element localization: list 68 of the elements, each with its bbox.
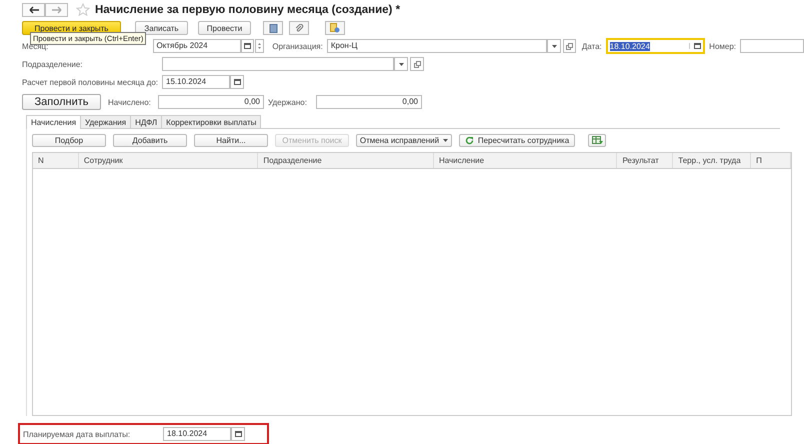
spin-arrows-icon	[257, 41, 262, 51]
tab[interactable]: Начисления	[26, 115, 82, 129]
structure-button[interactable]	[325, 21, 345, 35]
date-field[interactable]: 15.10.2024	[162, 75, 230, 89]
back-button[interactable]	[22, 3, 45, 17]
calendar-button[interactable]	[231, 427, 245, 441]
paperclip-icon	[294, 24, 304, 32]
attach-button[interactable]	[289, 21, 309, 35]
field-label: Номер:	[709, 42, 736, 50]
toolbar-button[interactable]: Подбор	[32, 134, 106, 147]
open-button[interactable]	[562, 39, 576, 53]
calendar-icon	[234, 431, 242, 437]
spin-button[interactable]	[254, 39, 264, 53]
caret-icon	[398, 62, 404, 66]
table-icon	[592, 136, 602, 145]
column-header[interactable]: Подразделение	[258, 153, 434, 168]
amount-field[interactable]: 0,00	[316, 95, 422, 109]
date-field[interactable]: 18.10.2024	[606, 38, 706, 54]
tab[interactable]: Удержания	[80, 115, 132, 128]
column-header[interactable]: П	[751, 153, 791, 168]
dropdown-button[interactable]	[547, 39, 561, 53]
column-header[interactable]: Начисление	[434, 153, 618, 168]
command-button[interactable]: Провести	[198, 21, 251, 35]
calendar-button[interactable]	[230, 75, 244, 89]
star-icon[interactable]	[76, 3, 90, 17]
field-label: Подразделение:	[22, 60, 84, 68]
field-label: Начислено:	[108, 98, 152, 106]
calendar-icon	[234, 79, 240, 85]
calendar-icon[interactable]	[689, 43, 702, 49]
department-field[interactable]	[162, 57, 394, 71]
dropdown-button[interactable]	[394, 57, 408, 71]
window-title: Начисление за первую половину месяца (создание) *	[95, 4, 400, 16]
month-field[interactable]: Октябрь 2024	[152, 39, 241, 53]
number-field[interactable]	[740, 39, 804, 53]
calendar-icon	[244, 43, 251, 49]
forward-arrow-icon	[52, 6, 62, 14]
toolbar-button[interactable]: Найти...	[194, 134, 268, 147]
field-label: Планируемая дата выплаты:	[23, 430, 132, 438]
document-icon	[330, 23, 340, 33]
command-button[interactable]: Записать	[135, 21, 188, 35]
open-window-icon	[414, 60, 420, 68]
caret-icon	[552, 44, 557, 48]
date-field[interactable]: 18.10.2024	[163, 427, 231, 441]
export-button[interactable]	[588, 134, 606, 147]
toolbar-button[interactable]: Отмена исправлений	[356, 134, 452, 147]
column-header[interactable]: Сотрудник	[78, 153, 258, 168]
report-button[interactable]	[263, 21, 283, 35]
calendar-button[interactable]	[240, 39, 254, 53]
field-label: Удержано:	[268, 98, 308, 106]
tab[interactable]: НДФЛ	[130, 115, 162, 128]
organization-field[interactable]: Крон-Ц	[326, 39, 548, 53]
refresh-icon	[464, 136, 474, 145]
tab[interactable]: Корректировки выплаты	[161, 115, 262, 128]
open-button[interactable]	[410, 57, 424, 71]
caret-icon	[443, 139, 448, 142]
open-window-icon	[566, 42, 573, 50]
fill-button[interactable]: Заполнить	[22, 94, 101, 110]
toolbar-button[interactable]: Добавить	[113, 134, 187, 147]
document-icon	[268, 24, 278, 32]
column-header[interactable]: Терр., усл. труда	[673, 153, 752, 168]
column-header[interactable]: N	[33, 153, 79, 168]
toolbar-button[interactable]: Пересчитать сотрудника	[459, 134, 575, 147]
column-header[interactable]: Результат	[617, 153, 674, 168]
field-label: Дата:	[582, 42, 602, 50]
back-arrow-icon	[28, 6, 38, 14]
amount-field[interactable]: 0,00	[158, 95, 264, 109]
field-label: Расчет первой половины месяца до:	[22, 78, 159, 86]
field-label: Организация:	[272, 42, 323, 50]
